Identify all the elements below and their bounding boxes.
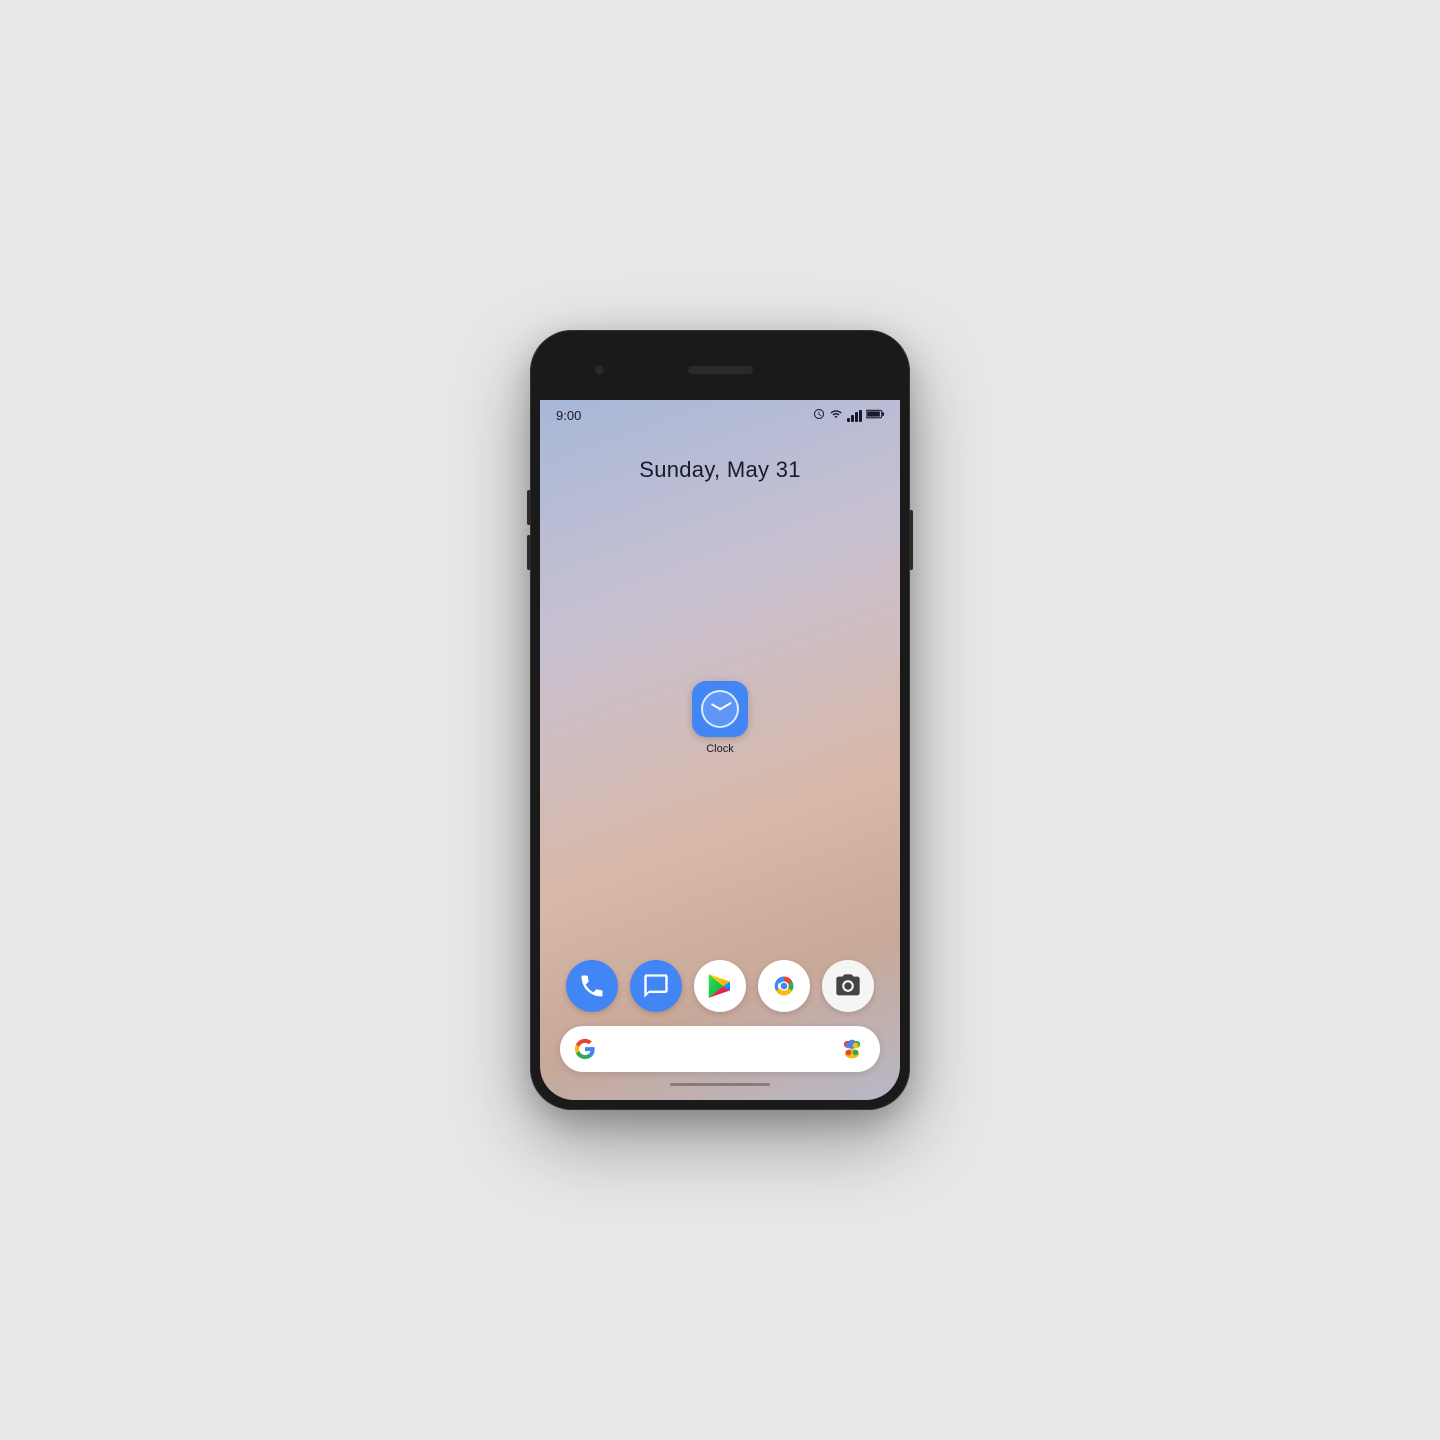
home-indicator (670, 1083, 770, 1086)
dock-area (540, 952, 900, 1100)
nav-indicator-area (550, 1084, 890, 1090)
status-time: 9:00 (556, 408, 581, 423)
playstore-icon (705, 971, 735, 1001)
date-text: Sunday, May 31 (639, 457, 801, 482)
playstore-app-icon[interactable] (694, 960, 746, 1012)
clock-face (701, 690, 739, 728)
google-assistant-icon (838, 1035, 866, 1063)
home-screen-content: Clock (540, 483, 900, 952)
status-bar: 9:00 (540, 400, 900, 427)
phone-screen-container: 9:00 (540, 340, 900, 1100)
clock-app-icon[interactable]: Clock (692, 681, 748, 755)
alarm-icon (813, 408, 825, 423)
wifi-icon (829, 408, 843, 423)
chrome-icon (768, 970, 800, 1002)
status-icons (813, 408, 884, 423)
camera-app-icon[interactable] (822, 960, 874, 1012)
google-search-bar[interactable] (560, 1026, 880, 1072)
clock-app-label: Clock (706, 743, 734, 755)
phone-icon (578, 972, 606, 1000)
camera-icon (834, 972, 862, 1000)
clock-center (719, 707, 722, 710)
front-camera (595, 366, 604, 375)
volume-up-button[interactable] (527, 490, 531, 525)
top-bar (540, 340, 900, 400)
power-button[interactable] (909, 510, 913, 570)
messages-icon (642, 972, 670, 1000)
chrome-app-icon[interactable] (758, 960, 810, 1012)
google-g-logo (574, 1038, 596, 1060)
signal-icon (847, 410, 862, 422)
battery-icon (866, 408, 884, 423)
phone-app-icon[interactable] (566, 960, 618, 1012)
dock-app-row (550, 952, 890, 1022)
clock-icon-circle (692, 681, 748, 737)
messages-app-icon[interactable] (630, 960, 682, 1012)
date-display: Sunday, May 31 (540, 457, 900, 483)
phone-device: 9:00 (530, 330, 910, 1110)
earpiece (688, 366, 753, 374)
volume-down-button[interactable] (527, 535, 531, 570)
home-screen: 9:00 (540, 400, 900, 1100)
